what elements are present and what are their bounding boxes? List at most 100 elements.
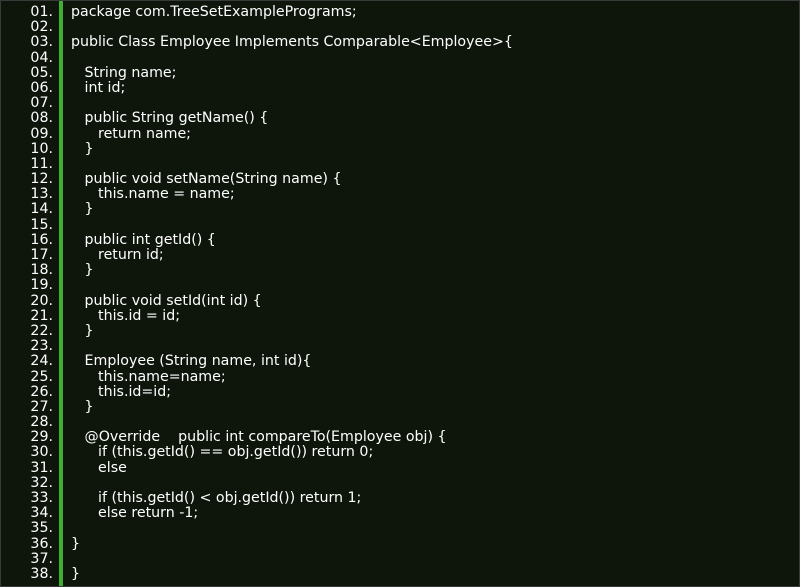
code-line: 26. this.id=id; (1, 383, 799, 400)
code-text: public void setId(int id) { (71, 292, 262, 309)
code-text: else (71, 459, 127, 476)
code-text: this.id=id; (71, 383, 172, 400)
line-number: 37. (30, 550, 53, 567)
line-number: 14. (30, 201, 53, 218)
line-number: 02. (30, 19, 53, 36)
line-number: 03. (30, 34, 53, 51)
line-number: 30. (30, 444, 53, 461)
code-line: 36.} (1, 535, 799, 552)
code-text: if (this.getId() < obj.getId()) return 1… (71, 490, 362, 506)
code-text: Employee (String name, int id){ (71, 353, 312, 370)
code-text: } (71, 322, 94, 339)
line-number: 33. (30, 490, 53, 506)
code-line: 10. } (1, 140, 799, 157)
code-line: 31. else (1, 459, 799, 476)
code-text: if (this.getId() == obj.getId()) return … (71, 444, 374, 461)
code-text: String name; (71, 64, 177, 81)
code-line: 03. public Class Employee Implements Comp… (1, 35, 799, 50)
code-text: public Class Employee Implements Compara… (71, 34, 513, 51)
code-viewer: 01. package com.TreeSetExamplePrograms; 02… (0, 0, 800, 587)
code-line: 02. (1, 19, 799, 36)
line-number: 36. (30, 535, 53, 552)
code-line: 23. (1, 338, 799, 355)
code-line: 34. else return -1; (1, 505, 799, 522)
code-line: 01. package com.TreeSetExamplePrograms; (1, 4, 799, 20)
line-number: 06. (30, 79, 53, 96)
code-line: 33. if (this.getId() < obj.getId()) retu… (1, 490, 799, 506)
code-text: this.id = id; (71, 307, 181, 324)
line-number: 38. (30, 565, 53, 582)
code-line: 18. } (1, 262, 799, 279)
line-number: 28. (30, 414, 53, 431)
line-number: 12. (30, 171, 53, 188)
code-text: else return -1; (71, 505, 199, 522)
code-line: 27. } (1, 398, 799, 415)
code-line: 25. this.name=name; (1, 368, 799, 385)
code-line: 37. (1, 550, 799, 567)
code-line: 30. if (this.getId() == obj.getId()) ret… (1, 445, 799, 460)
line-number: 16. (30, 231, 53, 248)
code-line: 38.} (1, 565, 799, 582)
code-text: int id; (71, 79, 126, 96)
code-text: return id; (71, 247, 164, 263)
line-number: 07. (30, 95, 53, 112)
code-line: 13. this.name = name; (1, 187, 799, 202)
code-text: } (71, 535, 81, 552)
line-number: 04. (30, 49, 53, 66)
code-line: 29. @Override public int compareTo(Emplo… (1, 430, 799, 445)
code-line: 17. return id; (1, 247, 799, 263)
code-line: 04. (1, 49, 799, 66)
code-text: @Override public int compareTo(Employee … (71, 429, 447, 446)
line-number: 32. (30, 474, 53, 491)
code-text: } (71, 201, 94, 218)
code-text: } (71, 398, 94, 415)
line-number: 19. (30, 277, 53, 294)
code-line: 11. (1, 155, 799, 172)
code-line: 14. } (1, 202, 799, 217)
code-text: } (71, 565, 81, 582)
code-text: } (71, 140, 94, 157)
code-line: 15. (1, 216, 799, 233)
code-line: 22. } (1, 322, 799, 339)
code-text: return name; (71, 125, 191, 142)
line-number: 34. (30, 505, 53, 522)
code-line: 07. (1, 95, 799, 112)
line-number: 01. (30, 4, 53, 20)
line-number: 10. (30, 140, 53, 157)
code-line: 06. int id; (1, 79, 799, 96)
line-number: 21. (30, 307, 53, 324)
line-number: 15. (30, 216, 53, 233)
code-line: 05. String name; (1, 64, 799, 81)
code-text: public int getId() { (71, 231, 216, 248)
line-number: 05. (30, 64, 53, 81)
line-number: 13. (30, 186, 53, 203)
code-line: 21. this.id = id; (1, 307, 799, 324)
code-text: package com.TreeSetExamplePrograms; (71, 4, 357, 20)
code-listing: 01. package com.TreeSetExamplePrograms; 02… (1, 4, 799, 582)
line-number: 22. (30, 322, 53, 339)
code-line: 20. public void setId(int id) { (1, 292, 799, 309)
line-number: 18. (30, 262, 53, 279)
line-number: 35. (30, 520, 53, 537)
code-text: this.name=name; (71, 368, 226, 385)
code-text: } (71, 262, 94, 279)
line-number: 29. (30, 429, 53, 446)
line-number: 25. (30, 368, 53, 385)
code-text: public void setName(String name) { (71, 171, 342, 188)
code-line: 32. (1, 474, 799, 491)
code-line: 19. (1, 278, 799, 293)
code-line: 16. public int getId() { (1, 231, 799, 248)
code-text: this.name = name; (71, 186, 235, 203)
line-number: 23. (30, 338, 53, 355)
line-number: 09. (30, 125, 53, 142)
code-line: 35. (1, 521, 799, 536)
line-number: 27. (30, 398, 53, 415)
line-number: 08. (30, 110, 53, 127)
line-number: 11. (30, 155, 53, 172)
code-line: 28. (1, 414, 799, 431)
code-line: 12. public void setName(String name) { (1, 171, 799, 188)
code-text: public String getName() { (71, 110, 269, 127)
line-number: 26. (30, 383, 53, 400)
code-line: 09. return name; (1, 125, 799, 142)
line-number: 17. (30, 247, 53, 263)
